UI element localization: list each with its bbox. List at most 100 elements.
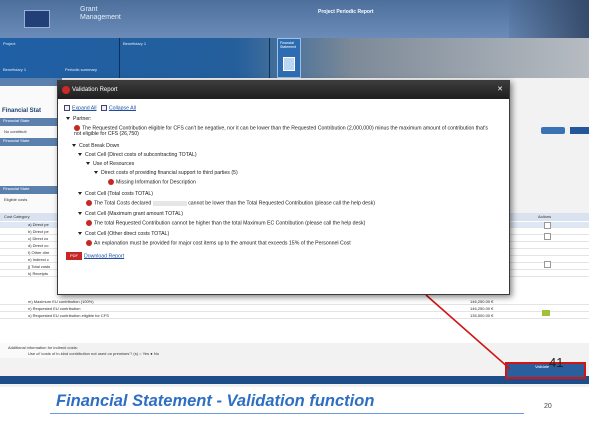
pdf-icon: PDF [66,252,82,260]
table-header-category: Cost Category [4,214,30,219]
tree-partner[interactable]: Partner: [66,116,91,122]
validate-highlight-box [505,362,586,379]
error-other: An explanation must be provided for majo… [86,240,351,246]
partner-label: Partner: [73,116,92,122]
table-row[interactable]: n) Requested EU contribution 146,250.00 € [0,306,589,312]
cost-cell-total-label: Cost Cell (Total costs TOTAL) [85,191,154,197]
expand-triangle-icon [94,171,98,175]
expand-triangle-icon [78,232,82,236]
cost-cell-subcontracting-label: Cost Cell (Direct costs of subcontractin… [85,152,197,158]
error-icon [74,125,80,131]
nav-sub-summary[interactable]: Periodic summary [62,64,122,78]
error-max: The total Requested Contribution cannot … [86,220,365,226]
tree-cost-cell-total[interactable]: Cost Cell (Total costs TOTAL) [78,191,153,197]
tree-cost-cell-other[interactable]: Cost Cell (Other direct costs TOTAL) [78,231,169,237]
financial-statement-tile-label: Financial Statement [280,41,296,49]
tree-direct-costs-fin[interactable]: Direct costs of providing financial supp… [94,170,238,176]
left-panel-section-3: Financial State [0,186,62,194]
table-row[interactable]: m) Maximum EU contribution (100%) 146,250… [0,299,589,305]
redacted-amount [152,200,187,206]
row-label: f) Other dire [28,250,50,255]
cost-cell-max-label: Cost Cell (Maximum grant amount TOTAL) [85,211,184,217]
nav-sub-beneficiary[interactable]: Beneficiary 1 [0,64,60,78]
left-panel-text-2: Eligible costs [4,197,28,202]
radio-yes[interactable]: ○ Yes [139,351,149,356]
tree-cost-cell-max[interactable]: Cost Cell (Maximum grant amount TOTAL) [78,211,183,217]
collapse-all-link[interactable]: Collapse All [109,105,136,111]
dialog-body: Expand All Collapse All Partner: The Req… [58,99,509,295]
expand-triangle-icon [86,162,90,166]
download-report-link[interactable]: Download Report [84,253,124,259]
expand-all-link[interactable]: Expand All [72,105,97,111]
row-label: e) Indirect c [28,257,49,262]
error-cfs: The Requested Contribution eligible for … [74,125,494,137]
row-amount: 146,250.00 € [470,306,494,311]
slide-number: 20 [544,403,552,410]
dialog-header: Validation Report ✕ [58,81,509,99]
row-amount: 146,250.00 € [470,299,494,304]
cost-cell-other-label: Cost Cell (Other direct costs TOTAL) [85,231,170,237]
row-action-checkbox[interactable] [544,222,551,229]
radio-yes-label: Yes [142,351,150,356]
nav-sub-summary-label: Periodic summary [65,67,98,72]
error-total: The Total Costs declared cannot be lower… [86,200,375,206]
expand-collapse-bar: Expand All Collapse All [64,105,136,111]
download-report-row: PDF Download Report [66,252,124,260]
left-panel-header [0,78,62,86]
expand-triangle-icon [66,117,70,121]
error-max-text: The total Requested Contribution cannot … [94,220,366,227]
top-bar: Grant Management Project Periodic Report [0,0,589,38]
direct-costs-fin-label: Direct costs of providing financial supp… [101,170,238,176]
document-icon [283,57,295,71]
app-logo-text: Grant Management [80,6,121,21]
additional-info-label: Additional information for indirect cost… [8,345,78,350]
warning-icon [62,86,70,94]
radio-no-label: No [153,351,159,356]
table-row[interactable]: o) Requested EU contribution eligible fo… [0,313,589,319]
row-label: o) Requested EU contribution eligible fo… [28,313,109,318]
cost-breakdown-label: Cost Break Down [79,143,120,149]
tree-use-of-resources[interactable]: Use of Resources [86,161,134,167]
validation-report-dialog: Validation Report ✕ Expand All Collapse … [57,80,510,295]
expand-triangle-icon [78,153,82,157]
expand-icon [64,105,70,111]
row-amount: 135,500.00 € [470,313,494,318]
row-label: a) Direct pe [28,222,49,227]
status-bar [0,376,589,384]
row-label: j) Total costs [28,264,51,269]
row-label: m) Maximum EU contribution (100%) [28,299,94,304]
error-total-text-a: The Total Costs declared [94,200,152,207]
left-panel-text-1: No contributi [4,129,27,134]
navigation-band: Project Beneficiary 1 Beneficiary 1 Peri… [0,38,589,78]
right-panel-button[interactable] [541,127,565,134]
radio-no[interactable]: ● No [150,351,159,356]
table-header-actions: Actions [538,214,552,219]
row-label: n) Requested EU contribution [28,306,81,311]
error-icon [86,240,92,246]
tree-cost-cell-subcontracting[interactable]: Cost Cell (Direct costs of subcontractin… [78,152,197,158]
window-title: Project Periodic Report [318,9,374,15]
overlay-page-number: 41 [549,355,564,370]
left-panel-section-1: Financial State [0,118,62,126]
row-action-checkbox[interactable] [544,233,551,240]
close-icon[interactable]: ✕ [497,82,503,98]
right-panel-button-2[interactable] [570,127,589,134]
error-missing-info: Missing Information for Description [108,179,196,185]
expand-triangle-icon [78,212,82,216]
row-label: d) Direct co [28,243,49,248]
header-decoration [509,0,589,38]
collapse-icon [100,105,107,111]
expand-triangle-icon [78,192,82,196]
financial-statement-tile[interactable]: Financial Statement [277,38,301,78]
tree-cost-breakdown[interactable]: Cost Break Down [72,143,119,149]
error-icon [86,200,92,206]
missing-info-text: Missing Information for Description [116,179,196,186]
row-action-checkbox[interactable] [544,261,551,268]
left-panel-title: Financial Stat [2,108,42,114]
nav-sub-beneficiary-label: Beneficiary 1 [3,67,27,72]
nav-beneficiary[interactable]: Beneficiary 1 [120,38,270,78]
error-icon [108,179,114,185]
edit-icon[interactable] [542,310,550,316]
slide-title: Financial Statement - Validation functio… [56,392,375,410]
row-label: b) Direct pe [28,229,49,234]
